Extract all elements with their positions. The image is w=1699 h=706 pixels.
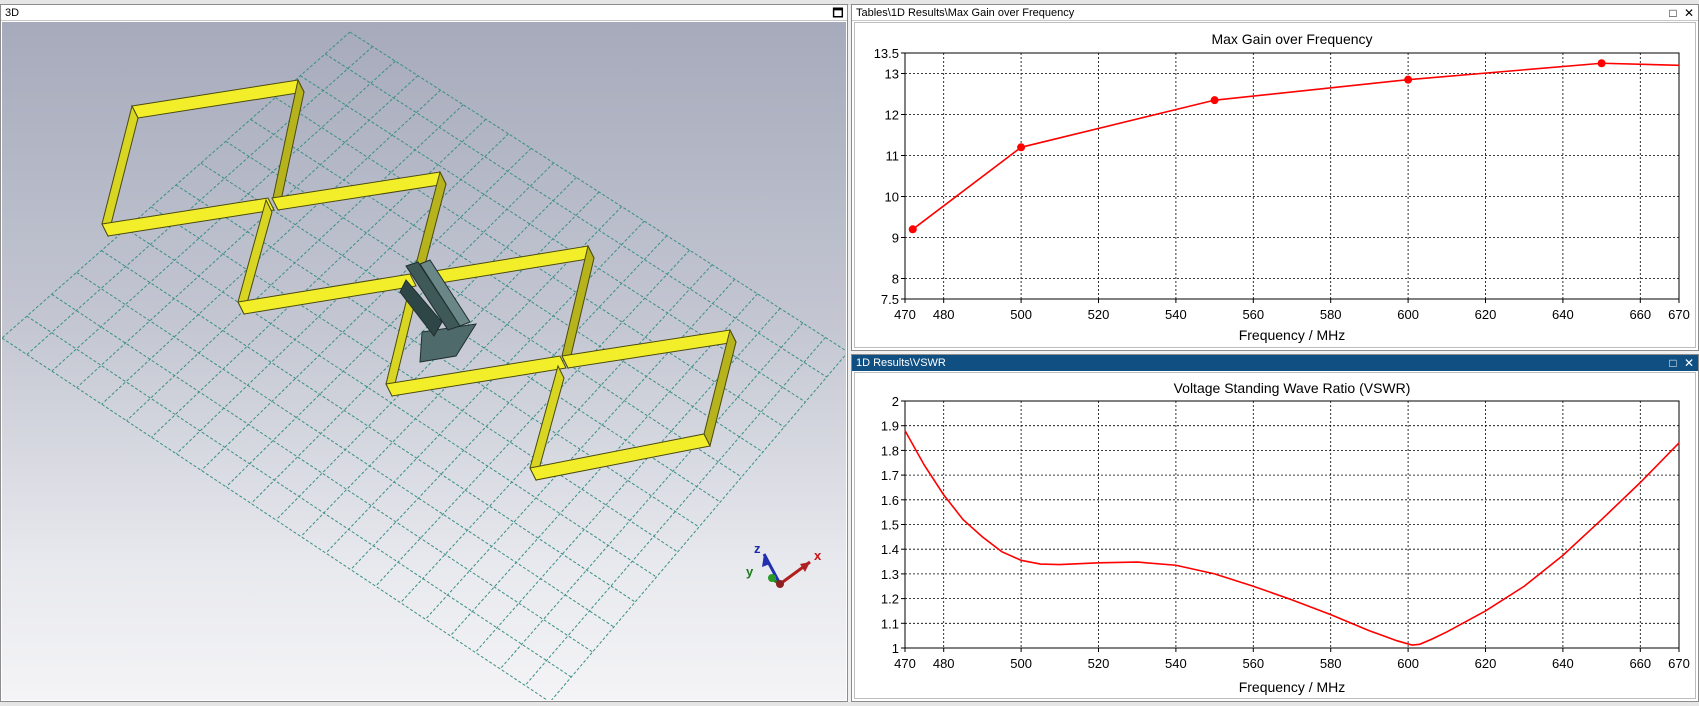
y-tick-label: 1.3: [881, 567, 899, 582]
x-tick-label: 580: [1320, 656, 1342, 671]
x-tick-label: 660: [1629, 307, 1651, 322]
close-icon[interactable]: ✕: [1682, 355, 1696, 371]
y-tick-label: 1.5: [881, 518, 899, 533]
y-tick-label: 1.4: [881, 542, 899, 557]
grid-line: [499, 322, 804, 670]
data-point: [1404, 75, 1413, 84]
grid-line: [551, 353, 846, 700]
x-tick-label: 670: [1668, 307, 1690, 322]
bottom-strip: [0, 702, 1699, 706]
x-tick-label: 480: [933, 307, 955, 322]
panel-3d-titlebar[interactable]: 3D 🗖: [1, 5, 847, 21]
y-tick-label: 1.1: [881, 616, 899, 631]
y-tick-label: 8: [892, 272, 899, 287]
grid-line: [225, 140, 742, 478]
x-tick-label: 560: [1242, 656, 1264, 671]
y-tick-label: 13: [885, 67, 899, 82]
x-tick-label: 520: [1088, 307, 1110, 322]
y-tick-label: 1.8: [881, 443, 899, 458]
axis-x-label: x: [814, 548, 822, 563]
panel-gain-title: Tables\1D Results\Max Gain over Frequenc…: [856, 7, 1075, 19]
x-tick-label: 500: [1010, 656, 1032, 671]
x-tick-label: 640: [1552, 656, 1574, 671]
panel-max-gain[interactable]: Tables\1D Results\Max Gain over Frequenc…: [851, 4, 1699, 351]
y-tick-label: 1.2: [881, 592, 899, 607]
x-tick-label: 480: [933, 656, 955, 671]
y-tick-label: 9: [892, 231, 899, 246]
data-point: [1597, 59, 1606, 68]
x-tick-label: 620: [1475, 656, 1497, 671]
y-tick-label: 13.5: [874, 46, 899, 61]
panel-vswr-titlebar[interactable]: 1D Results\VSWR □ ✕: [852, 355, 1698, 371]
vswr-chart-area[interactable]: 470 480 500 520 540 560 580 600 620 640 660 670 1 1.1…: [854, 372, 1696, 699]
y-tick-label: 11: [886, 149, 900, 164]
x-tick-label: 600: [1397, 307, 1419, 322]
x-tick-label: 560: [1242, 307, 1264, 322]
y-tick-label: 1: [892, 641, 899, 656]
maximize-icon[interactable]: □: [1666, 5, 1680, 21]
grid-line: [101, 250, 636, 603]
x-axis-label: Frequency / MHz: [1239, 679, 1346, 695]
viewport-3d[interactable]: x z y: [2, 22, 846, 700]
panel-vswr-title: 1D Results\VSWR: [856, 357, 946, 369]
y-tick-label: 1.7: [881, 468, 899, 483]
x-tick-label: 470: [894, 656, 916, 671]
panel-3d[interactable]: 3D 🗖 x z y: [0, 4, 848, 702]
x-axis-label: Frequency / MHz: [1239, 327, 1346, 343]
x-tick-label: 620: [1475, 307, 1497, 322]
grid-line: [474, 308, 781, 653]
grid-line: [250, 119, 764, 453]
axis-z-label: z: [754, 541, 761, 556]
y-tick-label: 1.6: [881, 493, 899, 508]
x-tick-label: 500: [1010, 307, 1032, 322]
x-tick-label: 580: [1320, 307, 1342, 322]
axis-triad: x z y: [746, 541, 822, 588]
grid-line: [51, 293, 593, 653]
x-tick-label: 640: [1552, 307, 1574, 322]
gain-chart[interactable]: 470 480 500 520 540 560 580 600 620 640 660 670 7.5 8…: [855, 23, 1697, 349]
data-point: [1017, 143, 1026, 152]
x-tick-label: 540: [1165, 307, 1187, 322]
close-icon[interactable]: ✕: [1682, 5, 1696, 21]
chart-title: Voltage Standing Wave Ratio (VSWR): [1174, 380, 1411, 396]
scene-3d[interactable]: x z y: [2, 22, 846, 700]
y-tick-label: 12: [885, 108, 899, 123]
x-tick-label: 540: [1165, 656, 1187, 671]
y-tick-label: 2: [892, 394, 899, 409]
gain-chart-area[interactable]: 470 480 500 520 540 560 580 600 620 640 660 670 7.5 8…: [854, 22, 1696, 348]
grid-line: [2, 337, 548, 700]
y-tick-label: 1.9: [881, 419, 899, 434]
x-tick-label: 670: [1668, 656, 1690, 671]
x-tick-label: 660: [1629, 656, 1651, 671]
x-tick-label: 600: [1397, 656, 1419, 671]
x-tick-label: 520: [1088, 656, 1110, 671]
x-tick-label: 470: [894, 307, 916, 322]
y-tick-label: 10: [885, 190, 899, 205]
axis-y-label: y: [746, 564, 754, 579]
vswr-chart[interactable]: 470 480 500 520 540 560 580 600 620 640 660 670 1 1.1…: [855, 373, 1697, 700]
panel-gain-titlebar[interactable]: Tables\1D Results\Max Gain over Frequenc…: [852, 5, 1698, 21]
panel-3d-title: 3D: [5, 7, 20, 19]
maximize-icon[interactable]: □: [1666, 355, 1680, 371]
maximize-icon[interactable]: 🗖: [831, 5, 845, 21]
grid-line: [76, 272, 615, 628]
y-tick-label: 7.5: [881, 292, 899, 307]
data-point: [1210, 96, 1219, 105]
data-point: [908, 225, 917, 234]
panel-vswr[interactable]: 1D Results\VSWR □ ✕ 470 480 500 520 540 560 58…: [851, 354, 1699, 702]
grid-line: [250, 177, 577, 504]
chart-title: Max Gain over Frequency: [1211, 31, 1372, 47]
